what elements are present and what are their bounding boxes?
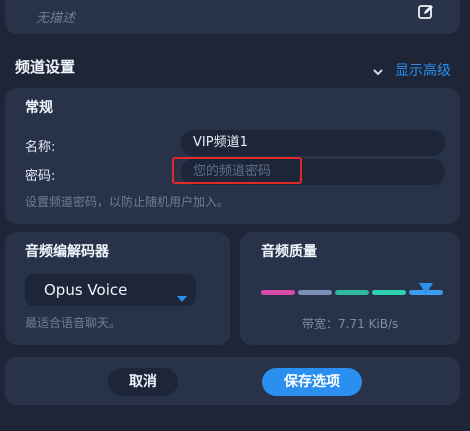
section-title-channel-settings: 频道设置 (15, 58, 76, 76)
codec-selected-value: Opus Voice (44, 281, 128, 299)
codec-select[interactable]: Opus Voice (25, 274, 196, 306)
chevron-down-icon[interactable] (372, 62, 384, 76)
quality-title: 音频质量 (261, 244, 317, 260)
caret-down-icon (177, 287, 187, 306)
quality-segment-3[interactable] (335, 290, 369, 295)
edit-icon[interactable] (417, 3, 435, 21)
quality-segment-2[interactable] (298, 290, 332, 295)
name-label: 名称: (25, 140, 56, 155)
actions-panel (5, 357, 460, 405)
bandwidth-text: 带宽：7.71 KiB/s (302, 317, 399, 331)
general-title: 常规 (25, 100, 53, 116)
highlight-box (172, 157, 302, 184)
codec-title: 音频编解码器 (25, 244, 109, 260)
description-text: 无描述 (36, 11, 76, 26)
codec-hint: 最适合语音聊天。 (25, 316, 122, 330)
password-label: 密码: (25, 169, 56, 184)
quality-slider-handle[interactable] (419, 279, 433, 298)
show-advanced-link[interactable]: 显示高级 (395, 60, 451, 80)
quality-segment-4[interactable] (372, 290, 406, 295)
quality-segment-1[interactable] (261, 290, 295, 295)
password-hint: 设置频道密码，以防止随机用户加入。 (25, 195, 230, 209)
save-button[interactable]: 保存选项 (262, 368, 362, 396)
cancel-button[interactable]: 取消 (108, 368, 178, 396)
channel-name-input[interactable]: VIP频道1 (181, 130, 445, 156)
